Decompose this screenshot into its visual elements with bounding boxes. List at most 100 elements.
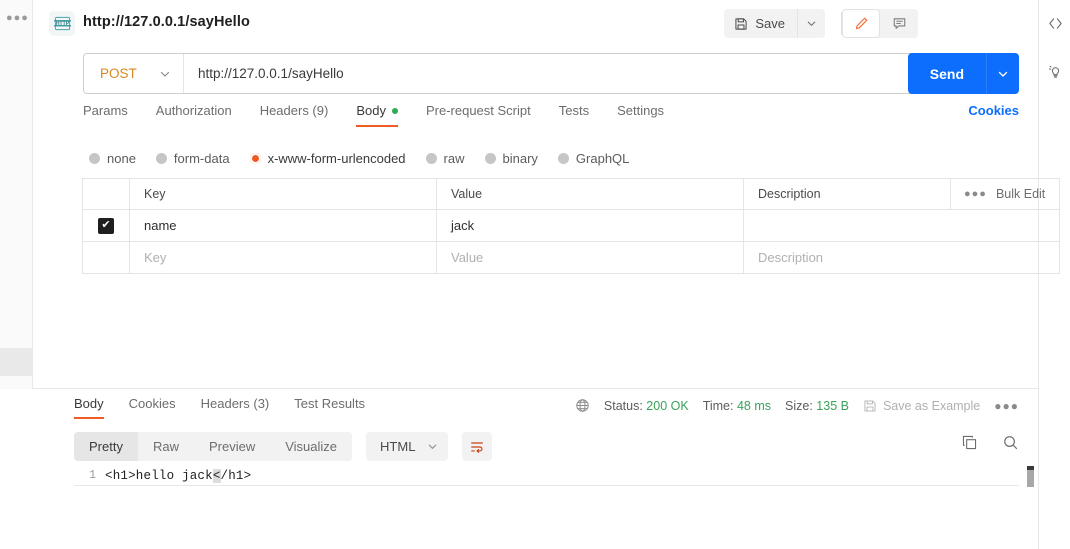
tab-tests[interactable]: Tests	[559, 103, 606, 129]
body-type-label: binary	[502, 150, 538, 166]
format-preview[interactable]: Preview	[193, 432, 271, 461]
pane-divider[interactable]	[33, 388, 1038, 389]
url-bar: POST	[83, 53, 918, 94]
code-token-selected: <	[212, 468, 221, 483]
body-type-form-data[interactable]: form-data	[155, 150, 230, 166]
floppy-disk-icon	[863, 399, 877, 413]
code-token: <h1>hello jack	[105, 468, 213, 483]
url-input[interactable]	[184, 54, 917, 93]
tab-label: Params	[83, 103, 128, 118]
response-language-select[interactable]: HTML	[366, 432, 449, 461]
row-key[interactable]: name	[130, 210, 437, 241]
send-options-caret[interactable]	[986, 53, 1019, 94]
row-description[interactable]	[744, 210, 951, 241]
tab-authorization[interactable]: Authorization	[156, 103, 249, 129]
left-sidebar-rail: ●●●	[0, 0, 33, 389]
code-icon[interactable]	[1039, 10, 1070, 36]
tab-label: Pre-request Script	[425, 103, 531, 118]
language-label: HTML	[380, 439, 416, 454]
time-label: Time:	[702, 398, 734, 413]
code-scrollbar-thumb[interactable]	[1027, 470, 1034, 487]
body-type-none[interactable]: none	[89, 151, 136, 166]
right-sidebar-rail	[1038, 0, 1070, 549]
header-checkbox-cell	[83, 179, 130, 209]
status-value: 200 OK	[646, 398, 689, 413]
new-description-input[interactable]: Description	[744, 242, 951, 273]
format-raw[interactable]: Raw	[137, 432, 194, 461]
response-more-icon[interactable]: ●●●	[994, 399, 1019, 413]
pencil-icon[interactable]	[842, 9, 880, 38]
lightbulb-icon[interactable]	[1039, 58, 1070, 84]
sidebar-more-icon[interactable]: ●●●	[6, 13, 29, 24]
ellipsis-icon[interactable]: ●●●	[964, 188, 987, 200]
floppy-disk-icon	[734, 17, 748, 31]
new-value-input[interactable]: Value	[437, 242, 744, 273]
globe-icon[interactable]	[575, 398, 590, 413]
save-button-label: Save	[755, 16, 785, 31]
copy-icon[interactable]	[961, 434, 978, 451]
body-type-graphql[interactable]: GraphQL	[557, 151, 629, 166]
tab-headers[interactable]: Headers (9)	[260, 103, 346, 129]
tab-body[interactable]: Body	[356, 103, 415, 129]
tab-label: Headers (9)	[259, 103, 329, 118]
body-type-raw[interactable]: raw	[425, 150, 465, 166]
body-modified-dot-icon	[391, 107, 398, 114]
size-label: Size:	[785, 398, 813, 413]
radio-icon	[484, 152, 496, 164]
tab-label: Body	[356, 103, 386, 118]
tab-label: Settings	[617, 103, 665, 118]
row-actions	[951, 242, 1059, 273]
row-checkbox-cell: ✔	[83, 210, 130, 241]
new-key-input[interactable]: Key	[130, 242, 437, 273]
response-tab-test-results[interactable]: Test Results	[294, 396, 365, 421]
format-pretty[interactable]: Pretty	[74, 432, 138, 461]
table-header-row: Key Value Description ●●● Bulk Edit	[83, 179, 1059, 210]
body-type-label: raw	[443, 150, 465, 166]
time-label-group: Time: 48 ms	[703, 399, 771, 413]
table-row[interactable]: ✔ name jack	[83, 210, 1059, 242]
http-method-label: POST	[100, 66, 137, 81]
http-protocol-icon: HTTP	[49, 11, 75, 36]
format-visualize[interactable]: Visualize	[270, 432, 353, 461]
radio-icon	[155, 152, 167, 164]
bulk-edit-button[interactable]: Bulk Edit	[996, 187, 1045, 201]
save-button[interactable]: Save	[724, 9, 797, 38]
response-tab-headers[interactable]: Headers (3)	[201, 396, 270, 421]
line-number: 1	[89, 469, 96, 482]
chevron-down-icon	[159, 68, 171, 80]
wrap-lines-icon[interactable]	[462, 432, 493, 461]
radio-icon-selected	[249, 152, 261, 164]
table-row-placeholder[interactable]: Key Value Description	[83, 242, 1059, 274]
http-method-select[interactable]: POST	[84, 54, 184, 93]
comment-icon[interactable]	[880, 9, 918, 38]
body-type-label: form-data	[173, 150, 230, 166]
tab-pre-request-script[interactable]: Pre-request Script	[426, 103, 548, 129]
body-type-radio-group: none form-data x-www-form-urlencoded raw…	[33, 147, 1038, 169]
edit-comment-group	[842, 9, 918, 38]
search-icon[interactable]	[1002, 434, 1019, 451]
request-header: HTTP http://127.0.0.1/sayHello Save	[33, 0, 1038, 47]
response-tab-body[interactable]: Body	[74, 396, 104, 421]
response-format-group: Pretty Raw Preview Visualize	[74, 432, 353, 461]
code-line: 1 <h1>hello jack</h1>	[74, 466, 1019, 485]
tab-label: Authorization	[155, 103, 232, 118]
cookies-link[interactable]: Cookies	[968, 103, 1019, 118]
save-options-caret[interactable]	[797, 9, 825, 38]
response-tab-cookies[interactable]: Cookies	[129, 396, 176, 421]
response-body-code[interactable]: 1 <h1>hello jack</h1>	[74, 466, 1019, 549]
send-button[interactable]: Send	[907, 53, 986, 94]
sidebar-scrollbar-thumb[interactable]	[0, 348, 32, 376]
body-type-x-www-form-urlencoded[interactable]: x-www-form-urlencoded	[249, 151, 406, 166]
svg-text:HTTP: HTTP	[55, 21, 69, 27]
save-as-example-button[interactable]: Save as Example	[863, 399, 980, 413]
row-checkbox[interactable]: ✔	[98, 217, 114, 234]
row-value[interactable]: jack	[437, 210, 744, 241]
radio-icon	[557, 152, 569, 164]
save-as-example-label: Save as Example	[882, 398, 981, 413]
radio-icon	[425, 152, 437, 164]
tab-params[interactable]: Params	[83, 103, 145, 129]
tab-settings[interactable]: Settings	[617, 103, 681, 129]
body-type-binary[interactable]: binary	[484, 150, 538, 166]
body-params-table: Key Value Description ●●● Bulk Edit ✔ na…	[82, 178, 1060, 274]
time-value: 48 ms	[736, 398, 772, 413]
